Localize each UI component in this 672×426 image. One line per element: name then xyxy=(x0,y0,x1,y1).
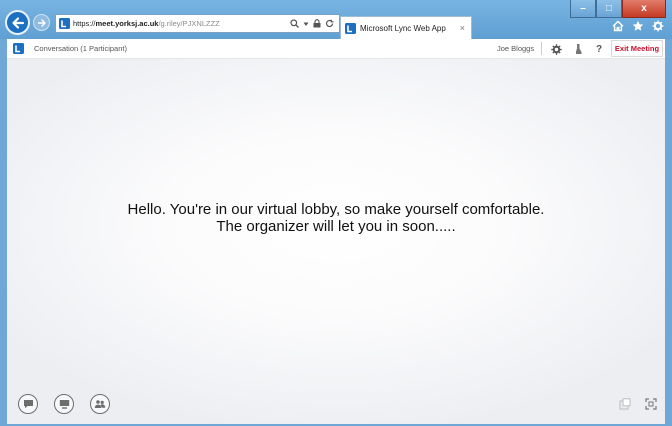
header-divider xyxy=(541,42,542,55)
lobby-line-1: Hello. You're in our virtual lobby, so m… xyxy=(127,201,545,218)
lock-icon[interactable] xyxy=(313,19,321,28)
exit-meeting-button[interactable]: Exit Meeting xyxy=(611,40,663,57)
settings-gear-icon xyxy=(550,43,562,55)
im-button[interactable] xyxy=(18,394,38,414)
help-icon: ? xyxy=(595,43,603,55)
participants-button[interactable] xyxy=(90,394,110,414)
browser-tools xyxy=(612,20,664,32)
window-controls: – □ x xyxy=(570,0,666,18)
address-tools xyxy=(290,19,339,28)
address-bar[interactable]: https://meet.yorksj.ac.uk/g.riley/PJXNLZ… xyxy=(55,14,340,33)
view-controls xyxy=(619,398,657,410)
dropdown-arrow-icon[interactable] xyxy=(303,21,309,27)
lync-tab-icon xyxy=(345,22,356,34)
refresh-icon[interactable] xyxy=(325,19,334,28)
back-arrow-icon xyxy=(11,16,24,29)
close-button[interactable]: x xyxy=(622,0,666,18)
conversation-title: Conversation (1 Participant) xyxy=(34,44,127,53)
present-button[interactable] xyxy=(54,394,74,414)
participants-icon xyxy=(94,400,106,408)
lync-site-icon xyxy=(59,18,70,29)
popout-icon[interactable] xyxy=(619,398,631,410)
minimize-button[interactable]: – xyxy=(570,0,596,18)
app-header: Conversation (1 Participant) Joe Bloggs … xyxy=(7,39,665,59)
tab-close-button[interactable]: × xyxy=(460,23,465,33)
tools-gear-icon[interactable] xyxy=(652,20,664,32)
help-button[interactable]: ? xyxy=(592,42,606,56)
lync-web-app: Conversation (1 Participant) Joe Bloggs … xyxy=(7,39,665,424)
settings-button[interactable] xyxy=(549,42,563,56)
browser-tab[interactable]: Microsoft Lync Web App × xyxy=(340,16,472,39)
window-right-border xyxy=(665,39,672,424)
device-icon xyxy=(575,44,581,54)
tab-title: Microsoft Lync Web App xyxy=(360,23,446,33)
browser-chrome: – □ x https://meet.yorksj.ac.uk/g.riley/… xyxy=(0,0,672,39)
fullscreen-icon[interactable] xyxy=(645,398,657,410)
search-icon[interactable] xyxy=(290,19,299,28)
present-icon xyxy=(59,400,69,409)
lobby-line-2: The organizer will let you in soon..... xyxy=(216,218,456,235)
url-domain: meet.yorksj.ac.uk xyxy=(95,19,159,28)
im-chat-icon xyxy=(23,400,33,409)
back-button[interactable] xyxy=(5,10,30,35)
home-icon[interactable] xyxy=(612,20,624,32)
url-scheme: https:// xyxy=(73,19,96,28)
favorites-star-icon[interactable] xyxy=(632,20,644,32)
conversation-controls xyxy=(18,394,110,414)
maximize-button[interactable]: □ xyxy=(596,0,622,18)
lobby-message: Hello. You're in our virtual lobby, so m… xyxy=(7,201,665,235)
forward-arrow-icon xyxy=(37,18,46,27)
forward-button[interactable] xyxy=(33,14,50,31)
devices-button[interactable] xyxy=(571,42,585,56)
url-path: /g.riley/PJXNLZZZ xyxy=(158,19,220,28)
lync-logo-icon xyxy=(13,43,24,54)
user-name[interactable]: Joe Bloggs xyxy=(497,44,534,53)
